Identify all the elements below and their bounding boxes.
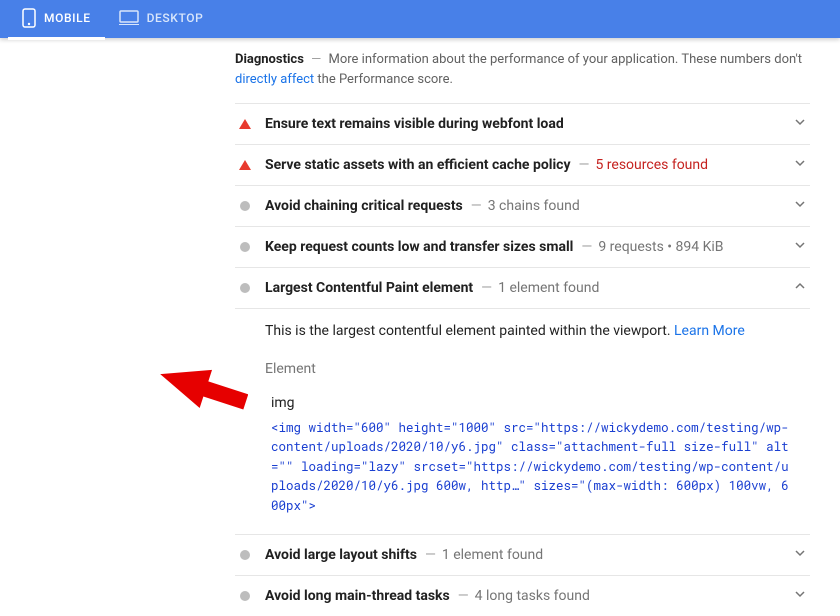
audit-label: Largest Contentful Paint element xyxy=(265,280,473,296)
element-source-code: <img width="600" height="1000" src="http… xyxy=(271,419,791,516)
dash-icon: — xyxy=(311,52,321,67)
audit-row[interactable]: Serve static assets with an efficient ca… xyxy=(235,145,810,186)
lcp-element-details: This is the largest contentful element p… xyxy=(235,309,810,535)
tab-desktop[interactable]: DESKTOP xyxy=(105,0,218,38)
desktop-icon xyxy=(119,10,139,26)
informative-icon xyxy=(237,280,253,296)
audit-hint: 1 element found xyxy=(498,280,599,296)
chevron-down-icon xyxy=(794,198,806,214)
chevron-up-icon xyxy=(794,280,806,296)
dash-icon: — xyxy=(425,547,436,563)
audit-row[interactable]: Avoid chaining critical requests — 3 cha… xyxy=(235,186,810,227)
chevron-down-icon xyxy=(794,547,806,563)
audit-hint: 1 element found xyxy=(442,547,543,563)
audit-row[interactable]: Avoid large layout shifts — 1 element fo… xyxy=(235,535,810,576)
audit-row[interactable]: Ensure text remains visible during webfo… xyxy=(235,104,810,145)
element-tag: img xyxy=(271,395,806,411)
directly-affect-link[interactable]: directly affect xyxy=(235,72,314,87)
mobile-icon xyxy=(22,8,36,28)
audit-hint: 3 chains found xyxy=(488,198,580,214)
dash-icon: — xyxy=(579,157,590,173)
audit-hint: 4 long tasks found xyxy=(475,588,590,604)
tab-mobile[interactable]: MOBILE xyxy=(8,0,105,40)
diagnostics-subtitle-prefix: More information about the performance o… xyxy=(329,52,803,67)
informative-icon xyxy=(237,547,253,563)
audit-row[interactable]: Keep request counts low and transfer siz… xyxy=(235,227,810,268)
audit-label: Keep request counts low and transfer siz… xyxy=(265,239,573,255)
audit-hint: 5 resources found xyxy=(595,157,708,173)
informative-icon xyxy=(237,198,253,214)
learn-more-link[interactable]: Learn More xyxy=(674,323,745,339)
diagnostics-subtitle-suffix: the Performance score. xyxy=(314,72,453,87)
warning-icon xyxy=(237,157,253,173)
chevron-down-icon xyxy=(794,116,806,132)
diagnostics-title: Diagnostics xyxy=(235,52,304,67)
audit-row[interactable]: Avoid long main-thread tasks — 4 long ta… xyxy=(235,576,810,616)
tab-mobile-label: MOBILE xyxy=(44,11,91,25)
diagnostics-panel: Diagnostics — More information about the… xyxy=(0,38,840,616)
audit-label: Serve static assets with an efficient ca… xyxy=(265,157,571,173)
chevron-down-icon xyxy=(794,588,806,604)
informative-icon xyxy=(237,239,253,255)
warning-icon xyxy=(237,116,253,132)
tab-desktop-label: DESKTOP xyxy=(147,11,204,25)
lcp-description-text: This is the largest contentful element p… xyxy=(265,323,674,339)
audit-label: Avoid large layout shifts xyxy=(265,547,417,563)
element-section-label: Element xyxy=(265,361,806,377)
informative-icon xyxy=(237,588,253,604)
audit-label: Avoid long main-thread tasks xyxy=(265,588,450,604)
audit-list: Ensure text remains visible during webfo… xyxy=(235,103,810,616)
chevron-down-icon xyxy=(794,239,806,255)
audit-row[interactable]: Largest Contentful Paint element — 1 ele… xyxy=(235,268,810,309)
dash-icon: — xyxy=(471,198,482,214)
dash-icon: — xyxy=(481,280,492,296)
audit-hint: 9 requests • 894 KiB xyxy=(598,239,723,255)
lcp-description: This is the largest contentful element p… xyxy=(265,323,806,339)
dash-icon: — xyxy=(458,588,469,604)
dash-icon: — xyxy=(581,239,592,255)
diagnostics-header: Diagnostics — More information about the… xyxy=(235,50,810,89)
audit-label: Ensure text remains visible during webfo… xyxy=(265,116,564,132)
chevron-down-icon xyxy=(794,157,806,173)
device-tabs: MOBILE DESKTOP xyxy=(0,0,840,38)
audit-label: Avoid chaining critical requests xyxy=(265,198,463,214)
